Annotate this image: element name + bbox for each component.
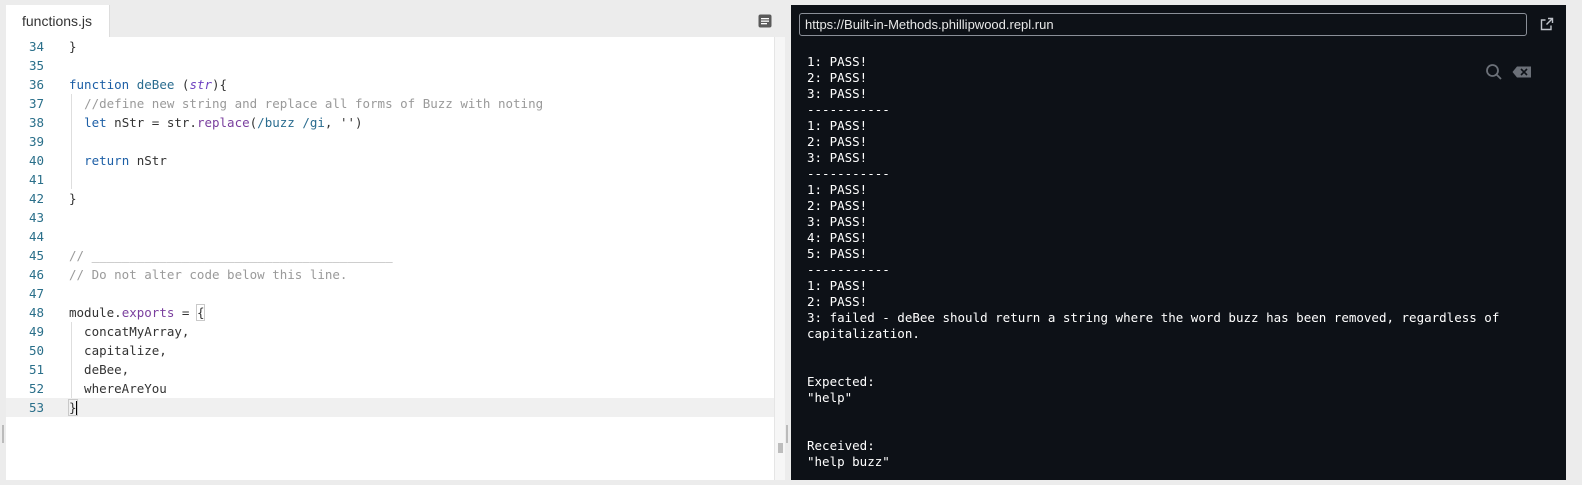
code-text: deBee, <box>69 362 130 377</box>
editor-scrollbar[interactable] <box>774 37 785 480</box>
console-line: 1: PASS! <box>807 54 868 69</box>
line-number: 45 <box>28 248 44 263</box>
tab-label: functions.js <box>22 13 93 29</box>
code-line[interactable]: 42} <box>6 189 774 208</box>
code-line[interactable]: 50 capitalize, <box>6 341 774 360</box>
code-line[interactable]: 47 <box>6 284 774 303</box>
code-editor[interactable]: 34} 35 36 function deBee (str){ 37 //define … <box>6 37 774 480</box>
code-text: module.exports = { <box>69 304 206 321</box>
editor-tab-bar: functions.js <box>6 5 784 37</box>
code-text: function deBee (str){ <box>69 77 228 92</box>
code-line[interactable]: 40 return nStr <box>6 151 774 170</box>
console-pane: https://Built-in-Methods.phillipwood.rep… <box>791 5 1566 480</box>
code-line[interactable]: 38 let nStr = str.replace(/buzz /gi, '') <box>6 113 774 132</box>
editor-pane: functions.js 34} 35 36 function deBee (str)… <box>6 5 785 480</box>
code-line[interactable]: 53} <box>6 398 774 417</box>
code-line[interactable]: 36 function deBee (str){ <box>6 75 774 94</box>
console-line: 2: PASS! <box>807 70 868 85</box>
url-input[interactable]: https://Built-in-Methods.phillipwood.rep… <box>799 13 1527 36</box>
console-output: 1: PASS! 2: PASS! 3: PASS! ----------- 1: PA… <box>807 54 1547 470</box>
console-line: "help buzz" <box>807 454 890 469</box>
panel-toggle-icon[interactable] <box>758 14 772 28</box>
tab-functions-js[interactable]: functions.js <box>6 5 110 37</box>
code-text: capitalize, <box>69 343 167 358</box>
line-number: 39 <box>28 134 44 149</box>
code-line[interactable]: 52 whereAreYou <box>6 379 774 398</box>
line-number: 49 <box>28 324 44 339</box>
line-number: 41 <box>28 172 44 187</box>
open-in-new-tab-icon[interactable] <box>1540 17 1554 31</box>
line-number: 40 <box>28 153 44 168</box>
scrollbar-thumb[interactable] <box>778 443 783 453</box>
console-line: 3: PASS! <box>807 86 868 101</box>
line-number: 48 <box>28 305 44 320</box>
console-line: 5: PASS! <box>807 246 868 261</box>
console-line: capitalization. <box>807 326 920 341</box>
url-text: https://Built-in-Methods.phillipwood.rep… <box>805 17 1054 32</box>
code-line[interactable]: 46 // Do not alter code below this line. <box>6 265 774 284</box>
line-number: 38 <box>28 115 44 130</box>
line-number: 47 <box>28 286 44 301</box>
code-line[interactable]: 39 <box>6 132 774 151</box>
console-line: ----------- <box>807 166 890 181</box>
line-number: 42 <box>28 191 44 206</box>
line-number: 52 <box>28 381 44 396</box>
line-number: 53 <box>28 400 44 415</box>
resize-handle-left[interactable] <box>2 425 4 443</box>
console-line: 3: PASS! <box>807 150 868 165</box>
line-number: 46 <box>28 267 44 282</box>
code-line[interactable]: 48 module.exports = { <box>6 303 774 322</box>
code-line[interactable]: 44 <box>6 227 774 246</box>
console-line: 3: failed - deBee should return a string… <box>807 310 1500 325</box>
line-number: 50 <box>28 343 44 358</box>
code-text: let nStr = str.replace(/buzz /gi, '') <box>84 115 363 130</box>
console-line: 3: PASS! <box>807 214 868 229</box>
code-text: // _____________________________________… <box>69 248 393 263</box>
code-line[interactable]: 51 deBee, <box>6 360 774 379</box>
code-line[interactable]: 35 <box>6 56 774 75</box>
code-line[interactable]: 41 <box>6 170 774 189</box>
console-line: Received: <box>807 438 875 453</box>
code-line[interactable]: 34} <box>6 37 774 56</box>
console-line: 1: PASS! <box>807 278 868 293</box>
code-line[interactable]: 43 <box>6 208 774 227</box>
console-line: 4: PASS! <box>807 230 868 245</box>
line-number: 34 <box>28 39 44 54</box>
code-text: whereAreYou <box>69 381 167 396</box>
console-line: 2: PASS! <box>807 134 868 149</box>
console-line: Expected: <box>807 374 875 389</box>
code-line[interactable]: 45 // ___________________________________… <box>6 246 774 265</box>
text-cursor <box>75 401 78 416</box>
line-number: 44 <box>28 229 44 244</box>
console-line: ----------- <box>807 262 890 277</box>
line-number: 43 <box>28 210 44 225</box>
code-text: return nStr <box>84 153 167 168</box>
code-text: //define new string and replace all form… <box>84 96 544 111</box>
code-text: } <box>68 399 78 416</box>
console-line: 1: PASS! <box>807 182 868 197</box>
line-number: 37 <box>28 96 44 111</box>
line-number: 36 <box>28 77 44 92</box>
code-text: concatMyArray, <box>69 324 190 339</box>
console-line: "help" <box>807 390 853 405</box>
code-line[interactable]: 37 //define new string and replace all f… <box>6 94 774 113</box>
code-text: } <box>69 39 77 54</box>
console-line: ----------- <box>807 102 890 117</box>
console-line: 1: PASS! <box>807 118 868 133</box>
line-number: 35 <box>28 58 44 73</box>
console-line: 2: PASS! <box>807 294 868 309</box>
console-line: 2: PASS! <box>807 198 868 213</box>
resize-handle-right[interactable] <box>786 425 788 443</box>
line-number: 51 <box>28 362 44 377</box>
code-text: } <box>69 191 77 206</box>
code-text: // Do not alter code below this line. <box>69 267 348 282</box>
code-line[interactable]: 49 concatMyArray, <box>6 322 774 341</box>
